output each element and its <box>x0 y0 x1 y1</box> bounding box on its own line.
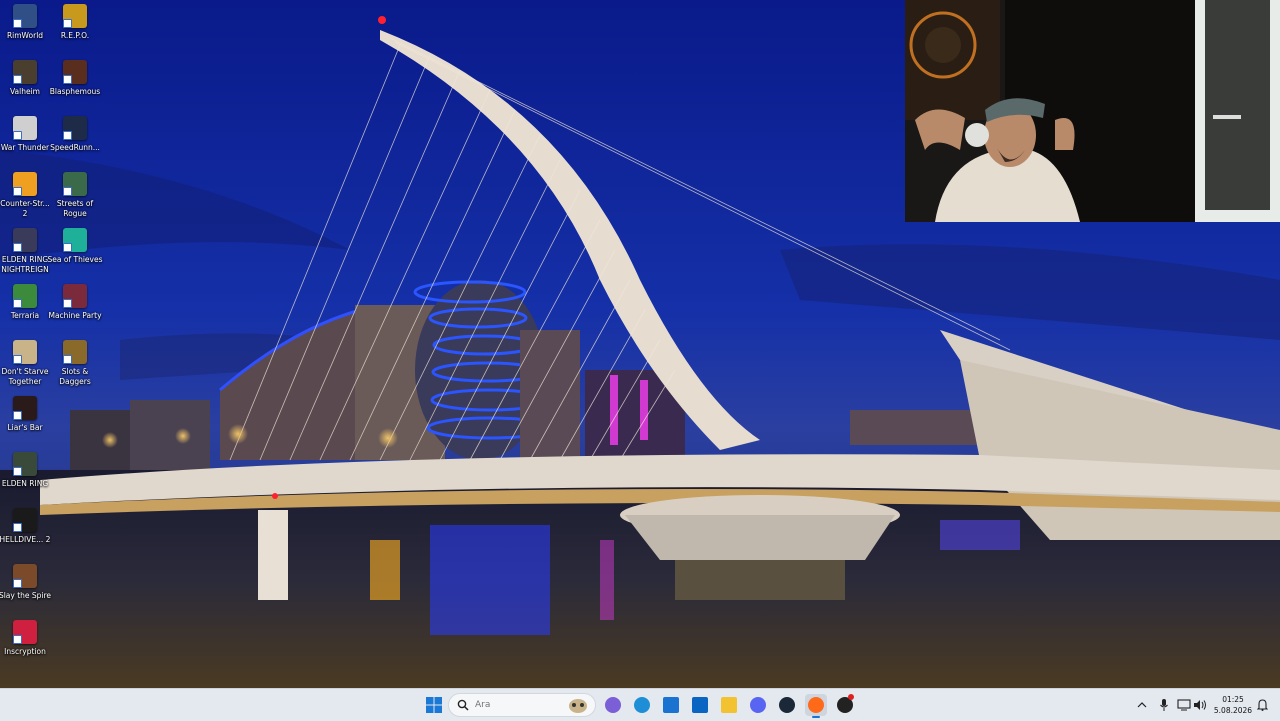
desktop-shortcut-elden-ring-nightreign[interactable]: ELDEN RING NIGHTREIGN <box>0 228 50 284</box>
desktop-shortcut-label: Don't Starve Together <box>1 367 49 386</box>
taskbar-app-store[interactable] <box>660 694 682 716</box>
terraria-icon <box>13 284 37 308</box>
sea-of-thieves-icon <box>63 228 87 252</box>
taskbar-app-firefox[interactable] <box>805 694 827 718</box>
desktop-shortcut-machine-party[interactable]: Machine Party <box>48 284 102 340</box>
recording-badge-icon <box>848 694 854 700</box>
store-icon <box>663 697 679 713</box>
taskbar-app-outlook[interactable] <box>689 694 711 716</box>
desktop-shortcut-terraria[interactable]: Terraria <box>0 284 50 340</box>
search-highlight-icon <box>569 699 587 713</box>
elden-ring-icon <box>13 452 37 476</box>
desktop-shortcut-label: R.E.P.O. <box>60 31 90 40</box>
show-hidden-icons-chevron-icon[interactable] <box>1134 695 1150 715</box>
search-icon <box>457 699 469 711</box>
speedrunners-icon <box>63 116 87 140</box>
desktop-shortcut-label: HELLDIVE... 2 <box>0 535 51 544</box>
taskbar: 01:25 5.08.2026 <box>0 688 1280 721</box>
microphone-icon[interactable] <box>1156 695 1172 715</box>
clock-time: 01:25 <box>1222 695 1244 704</box>
desktop-shortcut-label: Streets of Rogue <box>56 199 94 218</box>
webcam-overlay <box>905 0 1280 222</box>
discord-icon <box>750 697 766 713</box>
steam-icon <box>779 697 795 713</box>
taskbar-search-box[interactable] <box>448 693 596 717</box>
taskbar-app-widgets[interactable] <box>602 694 624 716</box>
desktop-shortcut-slots-and-daggers[interactable]: Slots & Daggers <box>50 340 100 396</box>
repo-icon <box>63 4 87 28</box>
file-explorer-icon <box>721 697 737 713</box>
webcam-feed-image <box>905 0 1280 222</box>
desktop-shortcut-label: Slots & Daggers <box>59 367 91 386</box>
elden-ring-nightreign-icon <box>13 228 37 252</box>
search-input[interactable] <box>475 700 565 710</box>
desktop-shortcut-label: ELDEN RING NIGHTREIGN <box>1 255 49 274</box>
taskbar-app-edge[interactable] <box>631 694 653 716</box>
desktop-shortcut-label: Sea of Thieves <box>47 255 103 264</box>
start-button[interactable] <box>423 694 445 716</box>
desktop-shortcut-label: Slay the Spire <box>0 591 52 600</box>
desktop-shortcut-speedrunners[interactable]: SpeedRunn... <box>50 116 100 172</box>
streets-of-rogue-icon <box>63 172 87 196</box>
widgets-icon <box>605 697 621 713</box>
taskbar-app-obs[interactable] <box>834 694 856 716</box>
taskbar-app-file-explorer[interactable] <box>718 694 740 716</box>
desktop-shortcut-label: War Thunder <box>0 143 50 152</box>
taskbar-app-discord[interactable] <box>747 694 769 716</box>
liars-bar-icon <box>13 396 37 420</box>
valheim-icon <box>13 60 37 84</box>
edge-icon <box>634 697 650 713</box>
active-app-indicator <box>812 716 820 718</box>
windows-logo-icon <box>426 697 442 713</box>
desktop-shortcut-label: Counter-Str... 2 <box>0 199 50 218</box>
desktop-shortcut-label: Machine Party <box>48 311 102 320</box>
outlook-icon <box>692 697 708 713</box>
taskbar-app-steam[interactable] <box>776 694 798 716</box>
machine-party-icon <box>63 284 87 308</box>
volume-icon[interactable] <box>1192 695 1208 715</box>
desktop-shortcut-label: Inscryption <box>4 647 46 656</box>
helldivers-2-icon <box>13 508 37 532</box>
desktop-shortcut-sea-of-thieves[interactable]: Sea of Thieves <box>47 228 103 284</box>
desktop-shortcut-slay-the-spire[interactable]: Slay the Spire <box>0 564 52 620</box>
desktop-shortcut-war-thunder[interactable]: War Thunder <box>0 116 50 172</box>
rimworld-icon <box>13 4 37 28</box>
desktop-shortcut-label: RimWorld <box>6 31 44 40</box>
desktop-shortcut-label: Valheim <box>10 87 40 96</box>
desktop-shortcut-dont-starve-together[interactable]: Don't Starve Together <box>0 340 50 396</box>
desktop-shortcut-helldivers-2[interactable]: HELLDIVE... 2 <box>0 508 50 564</box>
desktop-shortcut-inscryption[interactable]: Inscryption <box>0 620 50 676</box>
taskbar-clock[interactable]: 01:25 5.08.2026 <box>1208 694 1258 716</box>
firefox-icon <box>808 697 824 713</box>
blasphemous-icon <box>63 60 87 84</box>
desktop-shortcut-label: Liar's Bar <box>7 423 43 432</box>
inscryption-icon <box>13 620 37 644</box>
desktop-shortcut-blasphemous[interactable]: Blasphemous <box>50 60 100 116</box>
dont-starve-together-icon <box>13 340 37 364</box>
slay-the-spire-icon <box>13 564 37 588</box>
clock-date: 5.08.2026 <box>1213 706 1253 715</box>
desktop-shortcut-label: ELDEN RING <box>1 479 49 488</box>
network-icon[interactable] <box>1176 695 1192 715</box>
war-thunder-icon <box>13 116 37 140</box>
desktop-shortcut-valheim[interactable]: Valheim <box>0 60 50 116</box>
desktop-shortcut-rimworld[interactable]: RimWorld <box>0 4 50 60</box>
desktop-shortcut-streets-of-rogue[interactable]: Streets of Rogue <box>50 172 100 228</box>
counter-strike-icon <box>13 172 37 196</box>
desktop-shortcut-label: Blasphemous <box>49 87 101 96</box>
desktop-shortcut-liars-bar[interactable]: Liar's Bar <box>0 396 50 452</box>
desktop-shortcut-label: Terraria <box>10 311 40 320</box>
desktop-shortcut-label: SpeedRunn... <box>50 143 100 152</box>
desktop-shortcut-repo[interactable]: R.E.P.O. <box>50 4 100 60</box>
slots-and-daggers-icon <box>63 340 87 364</box>
notification-bell-icon[interactable] <box>1254 695 1270 715</box>
desktop-shortcut-counter-strike[interactable]: Counter-Str... 2 <box>0 172 50 228</box>
desktop-shortcut-elden-ring[interactable]: ELDEN RING <box>0 452 50 508</box>
